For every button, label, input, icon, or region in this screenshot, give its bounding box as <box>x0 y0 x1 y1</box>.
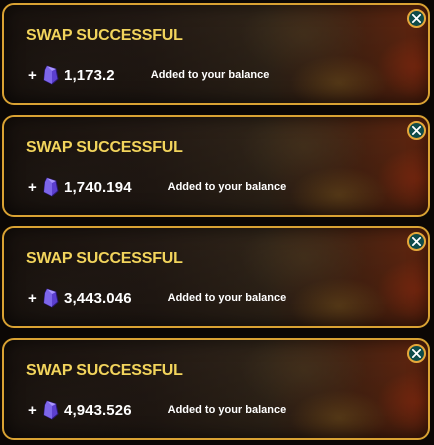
balance-row: + 4,943.526 Added to your balance <box>28 400 286 420</box>
close-button[interactable] <box>407 232 426 251</box>
added-to-balance-label: Added to your balance <box>150 69 270 81</box>
close-button[interactable] <box>407 121 426 140</box>
balance-row: + 1,740.194 Added to your balance <box>28 177 286 197</box>
close-button[interactable] <box>407 344 426 363</box>
notification-stack: SWAP SUCCESSFUL + 1,173.2 Added to your … <box>0 0 434 445</box>
close-icon <box>412 349 421 358</box>
amount-value: 1,740.194 <box>64 178 132 196</box>
swap-notification: SWAP SUCCESSFUL + 4,943.526 Added to you… <box>2 338 430 440</box>
swap-notification: SWAP SUCCESSFUL + 1,740.194 Added to you… <box>2 115 430 217</box>
purple-gem-icon <box>43 65 59 85</box>
notification-title: SWAP SUCCESSFUL <box>26 362 183 379</box>
notification-title: SWAP SUCCESSFUL <box>26 139 183 156</box>
plus-sign: + <box>28 289 37 307</box>
added-to-balance-label: Added to your balance <box>167 181 287 193</box>
balance-row: + 3,443.046 Added to your balance <box>28 288 286 308</box>
close-icon <box>412 237 421 246</box>
added-to-balance-label: Added to your balance <box>167 404 287 416</box>
plus-sign: + <box>28 401 37 419</box>
close-icon <box>412 14 421 23</box>
amount-value: 1,173.2 <box>64 66 115 84</box>
amount-value: 3,443.046 <box>64 289 132 307</box>
purple-gem-icon <box>43 177 59 197</box>
swap-notification: SWAP SUCCESSFUL + 3,443.046 Added to you… <box>2 226 430 328</box>
balance-row: + 1,173.2 Added to your balance <box>28 65 269 85</box>
added-to-balance-label: Added to your balance <box>167 292 287 304</box>
purple-gem-icon <box>43 288 59 308</box>
close-button[interactable] <box>407 9 426 28</box>
notification-title: SWAP SUCCESSFUL <box>26 27 183 44</box>
notification-title: SWAP SUCCESSFUL <box>26 250 183 267</box>
amount-value: 4,943.526 <box>64 401 132 419</box>
swap-notification: SWAP SUCCESSFUL + 1,173.2 Added to your … <box>2 3 430 105</box>
plus-sign: + <box>28 66 37 84</box>
plus-sign: + <box>28 178 37 196</box>
close-icon <box>412 126 421 135</box>
purple-gem-icon <box>43 400 59 420</box>
